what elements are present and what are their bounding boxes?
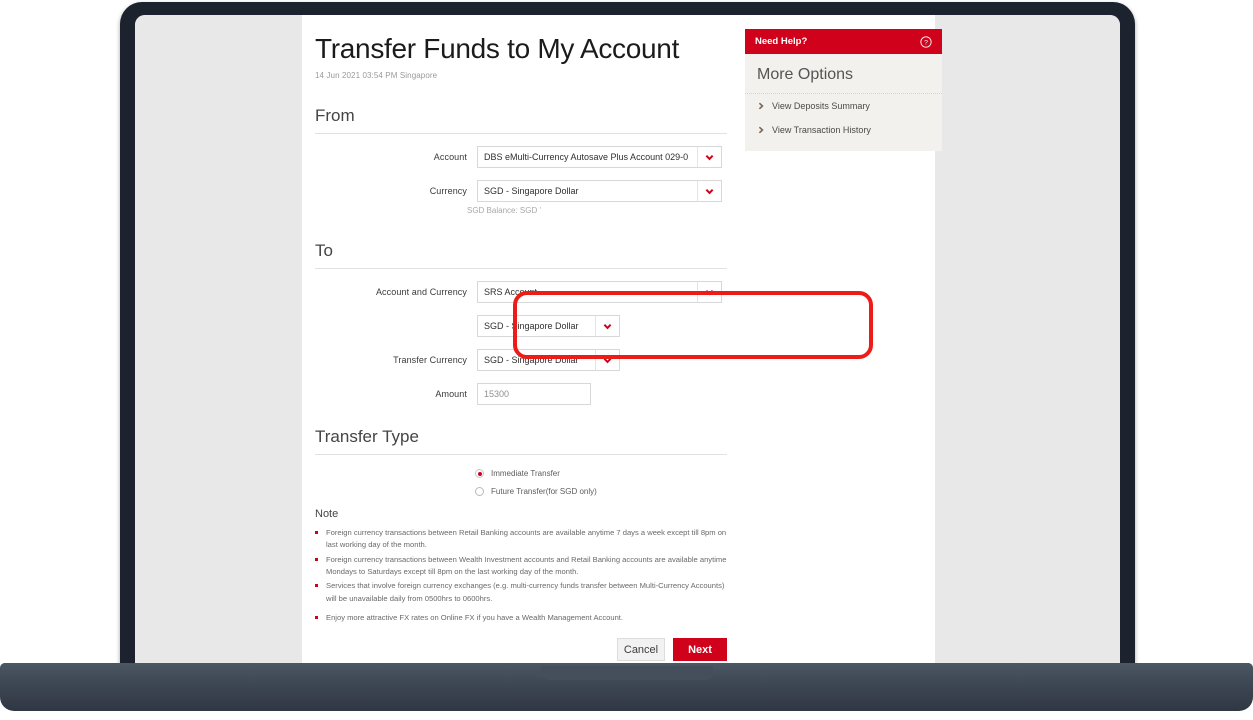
chevron-right-icon	[758, 102, 764, 110]
note-title: Note	[315, 508, 339, 521]
transfer-currency-select[interactable]: SGD - Singapore Dollar	[477, 349, 620, 372]
to-account-currency-select[interactable]: SGD - Singapore Dollar	[477, 315, 620, 338]
radio-immediate-transfer[interactable]	[475, 469, 484, 479]
more-options-panel: More Options View Deposits Summary View …	[745, 54, 942, 151]
more-options-title: More Options	[745, 64, 942, 94]
from-account-select[interactable]: DBS eMulti-Currency Autosave Plus Accoun…	[477, 146, 722, 169]
field-row-to-account-currency: SGD - Singapore Dollar	[315, 315, 727, 338]
svg-text:?: ?	[924, 39, 928, 46]
screenshot-stage: Transfer Funds to My Account 14 Jun 2021…	[0, 0, 1253, 720]
cancel-button[interactable]: Cancel	[617, 638, 665, 662]
radio-row-future-transfer[interactable]: Future Transfer(for SGD only)	[475, 487, 727, 497]
chevron-down-icon[interactable]	[697, 181, 721, 202]
chevron-down-icon[interactable]	[595, 350, 619, 371]
note-item: Foreign currency transactions between Re…	[315, 527, 727, 552]
note-list: Foreign currency transactions between Re…	[315, 527, 727, 624]
sidebar-link-view-transaction-history[interactable]: View Transaction History	[745, 118, 942, 142]
radio-label-future-transfer: Future Transfer(for SGD only)	[491, 487, 597, 497]
need-help-label: Need Help?	[755, 36, 808, 47]
note-item: Services that involve foreign currency e…	[315, 580, 727, 605]
page-title: Transfer Funds to My Account	[315, 33, 680, 64]
from-account-value: DBS eMulti-Currency Autosave Plus Accoun…	[484, 152, 689, 163]
laptop-trackpad-notch	[541, 666, 713, 680]
from-currency-value: SGD - Singapore Dollar	[484, 186, 579, 197]
radio-future-transfer[interactable]	[475, 487, 484, 497]
transfer-type-options: Immediate Transfer Future Transfer(for S…	[315, 469, 727, 497]
field-row-from-currency: Currency SGD - Singapore Dollar	[315, 180, 727, 203]
note-item: Foreign currency transactions between We…	[315, 554, 727, 579]
to-account-label: Account and Currency	[375, 287, 467, 298]
question-circle-icon[interactable]: ?	[920, 35, 932, 48]
amount-input[interactable]: 15300	[477, 383, 591, 406]
page-timestamp: 14 Jun 2021 03:54 PM Singapore	[315, 71, 438, 81]
radio-row-immediate-transfer[interactable]: Immediate Transfer	[475, 469, 727, 479]
next-button[interactable]: Next	[673, 638, 727, 662]
field-row-amount: Amount 15300	[315, 383, 727, 406]
from-balance-note: SGD Balance: SGD '	[467, 206, 541, 216]
chevron-right-icon	[758, 126, 764, 134]
need-help-bar[interactable]: Need Help? ?	[745, 29, 942, 54]
section-heading-from: From	[315, 106, 727, 135]
chevron-down-icon[interactable]	[697, 147, 721, 168]
transfer-form: Transfer Funds to My Account 14 Jun 2021…	[315, 33, 727, 662]
note-item: Enjoy more attractive FX rates on Online…	[315, 612, 727, 624]
chevron-down-icon[interactable]	[595, 316, 619, 337]
transfer-currency-value: SGD - Singapore Dollar	[484, 355, 579, 366]
from-currency-select[interactable]: SGD - Singapore Dollar	[477, 180, 722, 203]
sidebar-link-label: View Transaction History	[772, 125, 871, 135]
section-heading-to: To	[315, 241, 727, 270]
field-row-to-account: Account and Currency SRS Account	[315, 281, 727, 304]
field-row-transfer-currency: Transfer Currency SGD - Singapore Dollar	[315, 349, 727, 372]
amount-label: Amount	[435, 389, 467, 400]
to-account-value: SRS Account	[484, 287, 538, 298]
sidebar-link-view-deposits-summary[interactable]: View Deposits Summary	[745, 94, 942, 118]
from-account-label: Account	[433, 152, 467, 163]
sidebar-link-label: View Deposits Summary	[772, 101, 870, 111]
sidebar: Need Help? ? More Options View Deposits …	[745, 29, 942, 151]
chevron-down-icon[interactable]	[697, 282, 721, 303]
laptop-screen: Transfer Funds to My Account 14 Jun 2021…	[135, 15, 1120, 663]
to-account-select[interactable]: SRS Account	[477, 281, 722, 304]
form-actions: Cancel Next	[315, 638, 727, 662]
section-heading-transfer-type: Transfer Type	[315, 427, 727, 456]
to-account-currency-value: SGD - Singapore Dollar	[484, 321, 579, 332]
field-row-from-account: Account DBS eMulti-Currency Autosave Plu…	[315, 146, 727, 169]
from-currency-label: Currency	[429, 186, 467, 197]
radio-label-immediate-transfer: Immediate Transfer	[491, 469, 560, 479]
transfer-currency-label: Transfer Currency	[393, 355, 467, 366]
